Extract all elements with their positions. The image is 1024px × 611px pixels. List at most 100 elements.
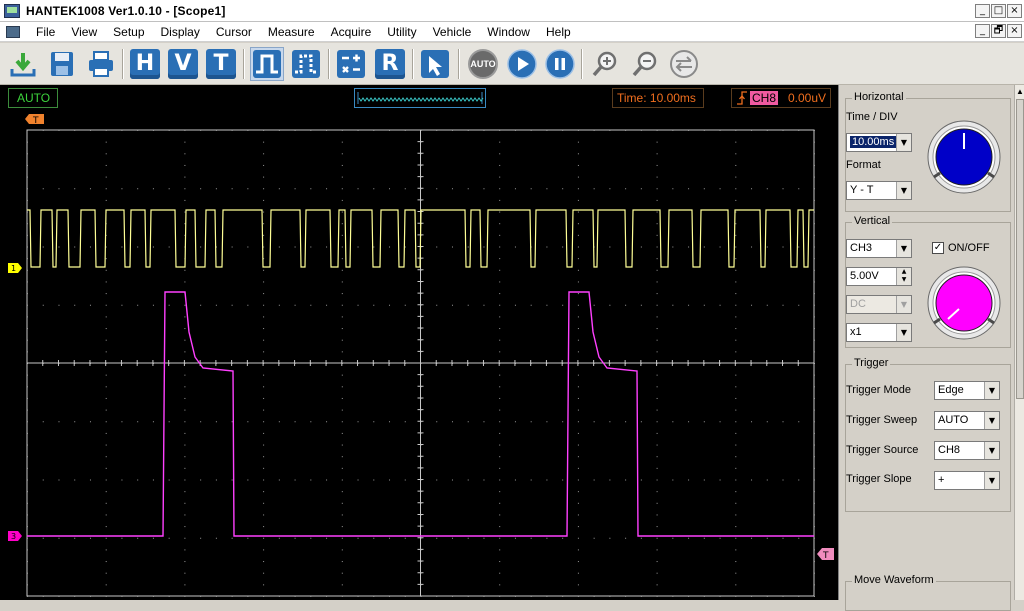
vertical-group: Vertical CH3 ▼ ✓ ON/OFF 5.00V ▲ ▼ DC ▼ x1… xyxy=(845,215,1011,348)
menu-window[interactable]: Window xyxy=(479,25,538,39)
rising-edge-icon xyxy=(737,91,747,105)
scope-display[interactable]: T 1 3 T xyxy=(0,112,838,600)
open-icon xyxy=(10,53,36,77)
trigger-mode-label: Trigger Mode xyxy=(846,384,912,396)
select-button[interactable] xyxy=(418,47,452,81)
doc-minimize-button[interactable]: _ xyxy=(975,24,990,38)
coupling-value: DC xyxy=(850,298,866,310)
dotted-pulse-button[interactable] xyxy=(289,47,323,81)
menu-display[interactable]: Display xyxy=(153,25,208,39)
channel-select[interactable]: CH3 ▼ xyxy=(846,239,912,258)
chevron-down-icon: ▼ xyxy=(896,182,911,199)
scope-status-bar: AUTO Time: 10.00ms CH8 0.00uV xyxy=(0,85,838,112)
menu-vehicle[interactable]: Vehicle xyxy=(425,25,480,39)
channel-onoff-checkbox[interactable]: ✓ xyxy=(932,242,944,254)
menu-cursor[interactable]: Cursor xyxy=(208,25,260,39)
doc-close-button[interactable]: × xyxy=(1007,24,1022,38)
close-button[interactable]: × xyxy=(1007,3,1022,18)
reference-button[interactable]: R xyxy=(373,47,407,81)
menu-file[interactable]: File xyxy=(28,25,63,39)
trigger-level-marker: T xyxy=(817,548,834,561)
open-button[interactable] xyxy=(6,47,40,81)
panel-scrollbar[interactable]: ▲ xyxy=(1014,85,1024,600)
document-icon[interactable] xyxy=(6,25,20,38)
trigger-sweep-label: Trigger Sweep xyxy=(846,414,918,426)
menu-acquire[interactable]: Acquire xyxy=(323,25,380,39)
ch1-marker: 1 xyxy=(8,263,22,273)
probe-select[interactable]: x1 ▼ xyxy=(846,323,912,342)
minimize-button[interactable]: _ xyxy=(975,3,990,18)
trigger-legend: Trigger xyxy=(852,357,891,369)
trigger-sweep-select[interactable]: AUTO ▼ xyxy=(934,411,1000,430)
auto-icon: AUTO xyxy=(468,49,498,79)
auto-button[interactable]: AUTO xyxy=(466,47,500,81)
swap-button[interactable] xyxy=(667,47,701,81)
trigger-group: Trigger Trigger Mode Edge ▼ Trigger Swee… xyxy=(845,357,1011,512)
vertical-button[interactable]: V xyxy=(166,47,200,81)
trigger-position-label: T xyxy=(32,116,39,126)
waveform-overview[interactable] xyxy=(354,88,486,108)
menu-measure[interactable]: Measure xyxy=(260,25,323,39)
t-icon: T xyxy=(206,49,236,79)
onoff-label: ON/OFF xyxy=(948,242,990,254)
trigger-slope-select[interactable]: + ▼ xyxy=(934,471,1000,490)
format-select[interactable]: Y - T ▼ xyxy=(846,181,912,200)
trigger-indicator: CH8 0.00uV xyxy=(731,88,831,108)
trigger-button[interactable]: T xyxy=(204,47,238,81)
math-button[interactable] xyxy=(334,47,368,81)
scroll-up-icon[interactable]: ▲ xyxy=(1015,87,1024,97)
save-button[interactable] xyxy=(45,47,79,81)
trigger-source-value: CH8 xyxy=(938,444,961,456)
trigger-slope-value: + xyxy=(938,474,945,486)
ch3-marker-label: 3 xyxy=(11,532,16,541)
toolbar-separator xyxy=(122,49,124,79)
scope-graticule[interactable]: T 1 3 T xyxy=(0,112,838,600)
probe-value: x1 xyxy=(850,326,862,338)
volts-div-spinner[interactable]: 5.00V ▲ ▼ xyxy=(846,267,912,286)
trigger-channel-badge: CH8 xyxy=(750,91,779,105)
maximize-button[interactable]: □ xyxy=(991,3,1006,18)
time-div-select[interactable]: 10.00ms ▼ xyxy=(846,133,912,152)
floppy-disk-icon xyxy=(51,52,73,76)
chevron-down-icon: ▼ xyxy=(896,324,911,341)
zoom-in-button[interactable] xyxy=(588,47,622,81)
zoom-out-button[interactable] xyxy=(628,47,662,81)
time-base-knob[interactable] xyxy=(926,119,1002,195)
chevron-down-icon: ▼ xyxy=(984,382,999,399)
ch1-trace xyxy=(27,209,814,268)
volts-knob[interactable] xyxy=(926,265,1002,341)
print-button[interactable] xyxy=(84,47,118,81)
dotted-pulse-icon xyxy=(292,50,320,78)
window-controls: _ □ × xyxy=(975,3,1022,18)
trigger-level-label: T xyxy=(822,551,829,561)
menu-help[interactable]: Help xyxy=(538,25,579,39)
trigger-level-value: 0.00uV xyxy=(788,91,827,105)
r-icon: R xyxy=(375,49,405,79)
chevron-down-icon: ▼ xyxy=(984,412,999,429)
time-base-indicator: Time: 10.00ms xyxy=(612,88,704,108)
menu-setup[interactable]: Setup xyxy=(105,25,152,39)
move-waveform-group: Move Waveform xyxy=(845,574,1011,611)
toolbar: H V T R AUTO xyxy=(0,43,1024,85)
format-value: Y - T xyxy=(850,184,874,196)
trigger-source-label: Trigger Source xyxy=(846,444,919,456)
cursor-arrow-icon xyxy=(421,50,449,78)
horizontal-button[interactable]: H xyxy=(128,47,162,81)
waveform-overview-graphic xyxy=(357,92,484,104)
format-label: Format xyxy=(846,159,881,171)
pulse-button[interactable] xyxy=(250,47,284,81)
math-icon xyxy=(337,50,365,78)
chevron-down-icon: ▼ xyxy=(896,240,911,257)
toolbar-separator xyxy=(458,49,460,79)
trigger-source-select[interactable]: CH8 ▼ xyxy=(934,441,1000,460)
menu-bar: File View Setup Display Cursor Measure A… xyxy=(0,22,1024,42)
pause-button[interactable] xyxy=(543,47,577,81)
app-icon xyxy=(4,3,20,18)
menu-view[interactable]: View xyxy=(63,25,105,39)
trigger-mode-select[interactable]: Edge ▼ xyxy=(934,381,1000,400)
menu-utility[interactable]: Utility xyxy=(379,25,424,39)
run-button[interactable] xyxy=(505,47,539,81)
acquire-mode-indicator: AUTO xyxy=(8,88,58,108)
scrollbar-thumb[interactable] xyxy=(1016,99,1024,399)
doc-restore-button[interactable]: 🗗 xyxy=(991,24,1006,38)
